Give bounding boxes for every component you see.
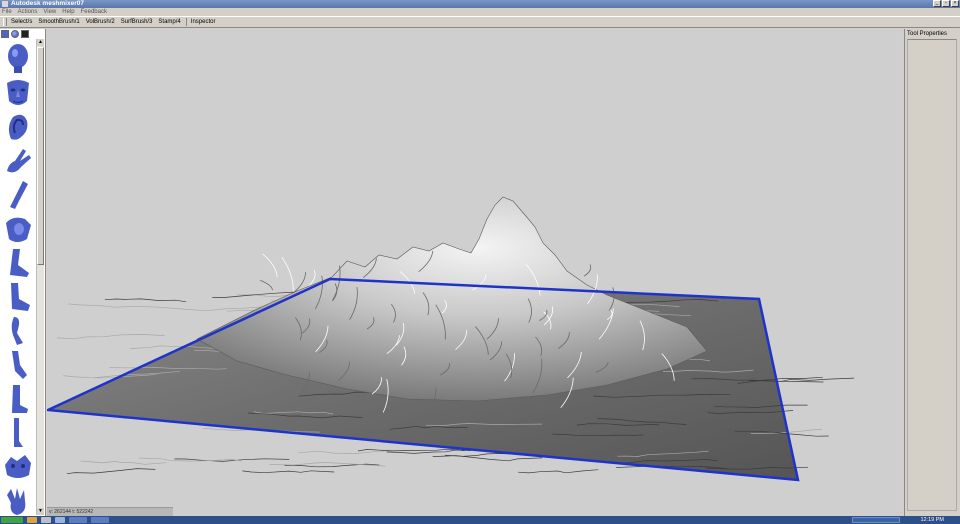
- mountain-ridge: [308, 269, 316, 286]
- 3d-viewport[interactable]: v: 262144 t: 522242: [47, 29, 903, 516]
- toolbar-grip[interactable]: [3, 18, 7, 26]
- quicklaunch-browser-icon[interactable]: [55, 517, 65, 523]
- palette-item-head-bald[interactable]: [3, 42, 33, 74]
- quicklaunch-app-icon[interactable]: [41, 517, 51, 523]
- mountain-ridge: [262, 253, 278, 277]
- mountain-ridge: [281, 256, 294, 292]
- menu-view[interactable]: View: [43, 9, 56, 15]
- surfbrush-button[interactable]: SurfBrush/3: [121, 19, 153, 25]
- quicklaunch-folder-icon[interactable]: [27, 517, 37, 523]
- window-titlebar: Autodesk meshmixer07 _ ▫ ×: [0, 0, 960, 8]
- palette-item-hand-claw[interactable]: [3, 485, 33, 517]
- scroll-up-arrow-icon[interactable]: ▲: [37, 39, 44, 46]
- bald-head-icon: [8, 44, 28, 73]
- select-tool-button[interactable]: Select/s: [11, 19, 32, 25]
- terrain-contour: [242, 470, 335, 474]
- taskbar-app-window[interactable]: [91, 517, 109, 523]
- torso-icon: [6, 217, 31, 242]
- thin-leg-icon: [12, 351, 27, 379]
- stamp-button[interactable]: Stamp/4: [158, 19, 180, 25]
- terrain-contour: [104, 298, 187, 303]
- palette-item-torso[interactable]: [3, 213, 33, 245]
- brush-toolbar: Select/s SmoothBrush/1 VolBrush/2 SurfBr…: [0, 16, 960, 28]
- sphere-tab[interactable]: [11, 30, 19, 38]
- menubar: File Actions View Help Feedback: [0, 8, 960, 16]
- tool-properties-panel: Tool Properties: [904, 29, 960, 516]
- parts-palette: ▲ ▼: [0, 29, 46, 516]
- terrain-contour: [56, 334, 165, 340]
- taskbar-app-meshmixer[interactable]: [69, 517, 87, 523]
- long-leg-icon: [14, 418, 23, 447]
- boot-icon: [12, 385, 28, 413]
- maximize-button[interactable]: ▫: [942, 0, 950, 7]
- toolbar-separator: [185, 18, 187, 26]
- start-button[interactable]: [1, 517, 23, 523]
- taskbar-clock: 12:19 PM: [920, 517, 944, 523]
- material-tab[interactable]: [21, 30, 29, 38]
- inspector-button[interactable]: Inspector: [191, 19, 216, 25]
- palette-item-ear[interactable]: [3, 111, 33, 143]
- palette-item-leg-small[interactable]: [3, 315, 33, 347]
- peace-hand-icon: [7, 149, 31, 173]
- smoothbrush-button[interactable]: SmoothBrush/1: [38, 19, 79, 25]
- mountain-ridge: [260, 279, 273, 291]
- palette-item-foot-heel[interactable]: [3, 281, 33, 313]
- terrain-contour: [518, 469, 599, 474]
- terrain-contour: [357, 448, 465, 452]
- app-icon: [2, 1, 8, 7]
- window-title: Autodesk meshmixer07: [11, 0, 84, 7]
- menu-feedback[interactable]: Feedback: [81, 9, 107, 15]
- terrain-contour: [298, 450, 391, 454]
- small-leg-icon: [11, 317, 23, 345]
- scroll-down-arrow-icon[interactable]: ▼: [37, 508, 44, 515]
- creature-head-icon: [5, 455, 31, 478]
- tool-properties-title: Tool Properties: [907, 31, 948, 37]
- ear-icon: [8, 114, 28, 140]
- tool-properties-content: [907, 39, 957, 511]
- arm-icon: [10, 181, 28, 209]
- vertex-count-status: v: 262144 t: 522242: [47, 507, 173, 516]
- volbrush-button[interactable]: VolBrush/2: [86, 19, 115, 25]
- palette-item-face[interactable]: [3, 77, 33, 109]
- heel-foot-icon: [11, 283, 30, 311]
- palette-item-leg-bent[interactable]: [3, 247, 33, 279]
- system-tray: [852, 517, 900, 523]
- terrain-contour: [432, 455, 543, 462]
- mountain-ridge: [583, 264, 592, 277]
- palette-scrollbar[interactable]: ▲ ▼: [36, 39, 44, 515]
- minimize-button[interactable]: _: [933, 0, 941, 7]
- windows-taskbar: 12:19 PM: [0, 516, 960, 524]
- meshes-tab[interactable]: [1, 30, 9, 38]
- terrain-contour: [80, 460, 167, 465]
- menu-help[interactable]: Help: [62, 9, 74, 15]
- claw-hand-icon: [7, 488, 26, 515]
- palette-item-arm[interactable]: [3, 179, 33, 211]
- close-button[interactable]: ×: [951, 0, 959, 7]
- palette-item-boot[interactable]: [3, 383, 33, 415]
- terrain-contour: [68, 303, 184, 310]
- palette-item-hand-peace[interactable]: [3, 145, 33, 177]
- terrain-mesh[interactable]: [47, 29, 903, 516]
- face-icon: [7, 80, 29, 105]
- menu-actions[interactable]: Actions: [18, 9, 38, 15]
- palette-scroll-thumb[interactable]: [37, 47, 44, 265]
- palette-item-creature-head[interactable]: [3, 451, 33, 483]
- menu-file[interactable]: File: [2, 9, 12, 15]
- bent-leg-icon: [10, 249, 29, 277]
- palette-item-leg-thin[interactable]: [3, 349, 33, 381]
- palette-item-leg-long[interactable]: [3, 417, 33, 449]
- terrain-contour: [66, 468, 156, 475]
